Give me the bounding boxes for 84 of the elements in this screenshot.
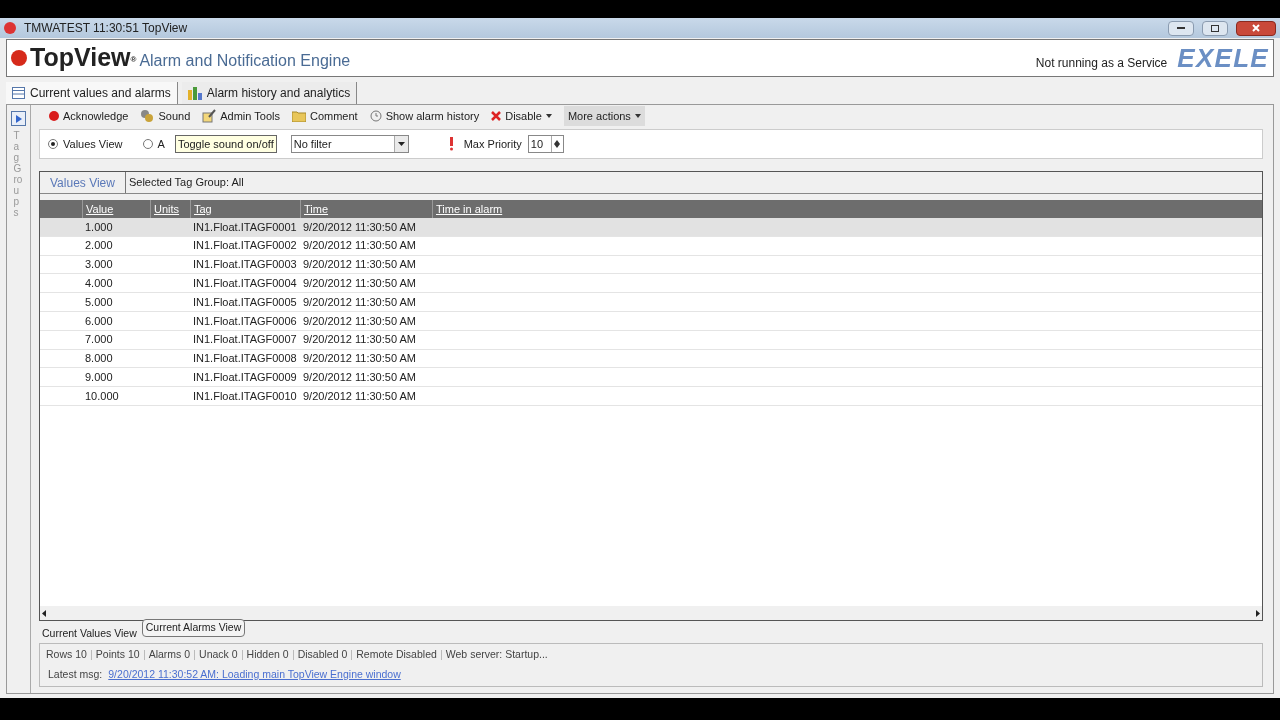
table-cell-text: 4.000 <box>84 276 114 292</box>
record-icon <box>49 111 59 121</box>
company-logo: EXELE <box>1177 41 1269 75</box>
table-cell-text: IN1.Float.ITAGF0008 <box>192 351 298 367</box>
table-cell-text: 1.000 <box>84 219 114 235</box>
table-cell-text: 7.000 <box>84 332 114 348</box>
table-cell-text: 2.000 <box>84 238 114 254</box>
table-cell-text: IN1.Float.ITAGF0002 <box>192 238 298 254</box>
right-arrow-icon <box>1256 609 1260 617</box>
table-cell-text: 9/20/2012 11:30:50 AM <box>302 257 417 273</box>
folder-icon <box>291 110 306 122</box>
table-cell-text: 10.000 <box>84 388 120 404</box>
table-cell-text: 9/20/2012 11:30:50 AM <box>302 351 417 367</box>
down-arrow-icon <box>554 144 561 148</box>
clock-icon <box>369 110 382 122</box>
tab[interactable]: Alarm history and analytics <box>181 82 358 104</box>
bar-chart-icon <box>187 86 202 100</box>
service-status: Not running as a Service <box>1035 55 1168 72</box>
minimize-button[interactable] <box>1168 20 1194 36</box>
table-icon <box>12 87 25 99</box>
table-cell-text: 5.000 <box>84 294 114 310</box>
table-cell-text: 9/20/2012 11:30:50 AM <box>302 219 417 235</box>
view-tab[interactable]: Current Alarms View <box>141 619 246 637</box>
status-item: Rows 10 <box>46 647 87 663</box>
x-icon <box>491 111 502 121</box>
horizontal-scrollbar[interactable] <box>40 606 1262 620</box>
expand-button[interactable] <box>11 111 26 126</box>
toolbar-button[interactable]: Show alarm history <box>369 106 480 126</box>
tab[interactable]: Current values and alarms <box>6 82 178 104</box>
filter-dropdown[interactable]: No filter <box>290 135 409 153</box>
app-icon <box>4 22 16 34</box>
toolbar-button[interactable]: Acknowledge <box>49 106 129 126</box>
more-actions-button[interactable]: More actions <box>563 106 645 126</box>
max-priority-label: Max Priority <box>463 136 522 152</box>
status-item: Web server: Startup... <box>445 647 548 663</box>
brand-name: TopView$^{®}$ <box>30 42 137 74</box>
table-cell-text: 9/20/2012 11:30:50 AM <box>302 313 417 329</box>
tooltip: Toggle sound on/off <box>174 134 277 154</box>
latest-msg-link[interactable]: 9/20/2012 11:30:52 AM: Loading main TopView Engine window <box>108 667 401 683</box>
table-cell-text: 9/20/2012 11:30:50 AM <box>302 388 417 404</box>
up-arrow-icon <box>554 140 561 144</box>
caret-icon <box>397 142 405 146</box>
table-cell-text: 6.000 <box>84 313 114 329</box>
table-cell-text: IN1.Float.ITAGF0010 <box>192 388 298 404</box>
status-item: Disabled 0 <box>297 647 348 663</box>
left-arrow-icon <box>42 609 46 617</box>
table-cell-text: 9.000 <box>84 370 114 385</box>
table-cell-text: 9/20/2012 11:30:50 AM <box>302 238 417 254</box>
selected-group-label: Selected Tag Group: All <box>127 175 244 191</box>
view-tab[interactable]: Values View <box>40 172 126 193</box>
toolbar-button[interactable]: Sound <box>140 106 191 126</box>
view-radio[interactable]: A <box>142 135 165 153</box>
view-radio[interactable]: Values View <box>48 135 123 153</box>
window-title: TMWATEST 11:30:51 TopView <box>24 20 188 37</box>
restore-button[interactable] <box>1202 20 1228 36</box>
toolbar-button[interactable]: Admin Tools <box>202 106 280 126</box>
toolbar-button[interactable]: Disable <box>491 106 552 126</box>
table-cell-text: 9/20/2012 11:30:50 AM <box>302 332 417 348</box>
table-cell-text: IN1.Float.ITAGF0004 <box>192 276 298 292</box>
status-item: Unack 0 <box>199 647 238 663</box>
brand-subtitle: Alarm and Notification Engine <box>139 51 351 71</box>
table-cell-text: IN1.Float.ITAGF0009 <box>192 370 298 385</box>
table-cell-text: 3.000 <box>84 257 114 273</box>
table-cell-text: IN1.Float.ITAGF0003 <box>192 257 298 273</box>
play-icon <box>15 114 22 123</box>
close-button[interactable] <box>1236 20 1276 36</box>
table-cell-text: IN1.Float.ITAGF0005 <box>192 294 298 310</box>
table-cell-text: 9/20/2012 11:30:50 AM <box>302 294 417 310</box>
status-item: Points 10 <box>95 647 140 663</box>
table-row[interactable]: 1.000 IN1.Float.ITAGF0001 9/20/2012 11:30:50 AM <box>40 218 1262 237</box>
priority-spinner[interactable]: 10 <box>527 135 564 153</box>
table-cell-text: 9/20/2012 11:30:50 AM <box>302 276 417 292</box>
table-cell-text: 9/20/2012 11:30:50 AM <box>302 370 417 385</box>
toolbar-button[interactable]: Comment <box>291 106 358 126</box>
table-cell-text: 8.000 <box>84 351 114 367</box>
table-cell-text: IN1.Float.ITAGF0001 <box>192 219 298 235</box>
close-icon <box>1252 24 1260 32</box>
priority-icon <box>448 137 454 151</box>
table-cell-text: IN1.Float.ITAGF0006 <box>192 313 298 329</box>
status-item: Remote Disabled <box>356 647 437 663</box>
status-item: Hidden 0 <box>246 647 289 663</box>
status-item: Alarms 0 <box>148 647 191 663</box>
table-cell-text: IN1.Float.ITAGF0007 <box>192 332 298 348</box>
latest-msg-label: Latest msg: <box>48 667 103 682</box>
